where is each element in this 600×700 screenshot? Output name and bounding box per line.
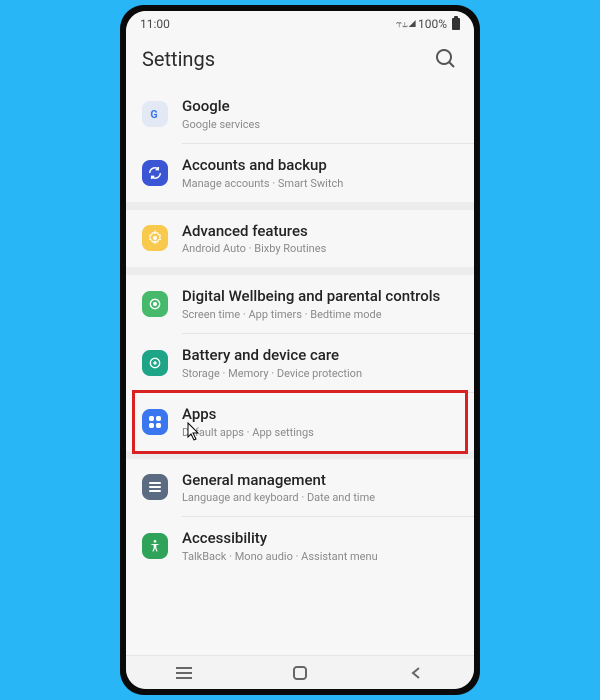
item-title: Accessibility [182,529,458,548]
settings-item-wellbeing[interactable]: Digital Wellbeing and parental controls … [126,275,474,333]
general-icon [142,474,168,500]
settings-item-advanced[interactable]: Advanced features Android Auto · Bixby R… [126,210,474,268]
item-sub: Google services [182,118,458,131]
navigation-bar [126,655,474,689]
search-icon [434,47,458,71]
status-time: 11:00 [140,17,170,31]
status-bar: 11:00 ⥾ ⥿ ◢ 100% [126,11,474,37]
item-sub: Default apps · App settings [182,426,458,439]
section-divider [126,267,474,275]
wellbeing-icon [142,291,168,317]
nav-recents[interactable] [164,667,204,679]
item-sub: Android Auto · Bixby Routines [182,242,458,255]
item-title: Google [182,97,458,116]
phone-frame: 11:00 ⥾ ⥿ ◢ 100% Settings G Google [120,5,480,695]
battery-icon [452,18,460,30]
item-sub: Storage · Memory · Device protection [182,367,458,380]
apps-icon [142,409,168,435]
item-sub: Language and keyboard · Date and time [182,491,458,504]
nav-back[interactable] [396,666,436,680]
gear-icon [142,225,168,251]
sync-icon [142,160,168,186]
accessibility-icon [142,533,168,559]
status-right: ⥾ ⥿ ◢ 100% [396,17,460,31]
page-title: Settings [142,47,215,71]
section-divider [126,451,474,459]
item-sub: TalkBack · Mono audio · Assistant menu [182,550,458,563]
svg-text:G: G [150,108,157,121]
settings-item-accounts[interactable]: Accounts and backup Manage accounts · Sm… [126,144,474,202]
settings-item-google[interactable]: G Google Google services [126,85,474,143]
settings-item-general[interactable]: General management Language and keyboard… [126,459,474,517]
item-title: Digital Wellbeing and parental controls [182,287,458,306]
google-icon: G [142,101,168,127]
search-button[interactable] [434,47,458,71]
status-battery-text: 100% [418,17,447,31]
nav-home[interactable] [280,666,320,680]
item-sub: Manage accounts · Smart Switch [182,177,458,190]
screen: 11:00 ⥾ ⥿ ◢ 100% Settings G Google [126,11,474,689]
settings-item-battery[interactable]: Battery and device care Storage · Memory… [126,334,474,392]
settings-item-apps[interactable]: Apps Default apps · App settings [126,393,474,451]
care-icon [142,350,168,376]
settings-item-accessibility[interactable]: Accessibility TalkBack · Mono audio · As… [126,517,474,575]
item-sub: Screen time · App timers · Bedtime mode [182,308,458,321]
item-title: Battery and device care [182,346,458,365]
settings-list: G Google Google services Accounts and ba… [126,85,474,655]
status-network-icons: ⥾ ⥿ ◢ [396,19,415,30]
item-title: Apps [182,405,458,424]
item-title: Accounts and backup [182,156,458,175]
item-title: General management [182,471,458,490]
item-title: Advanced features [182,222,458,241]
settings-header: Settings [126,37,474,85]
section-divider [126,202,474,210]
